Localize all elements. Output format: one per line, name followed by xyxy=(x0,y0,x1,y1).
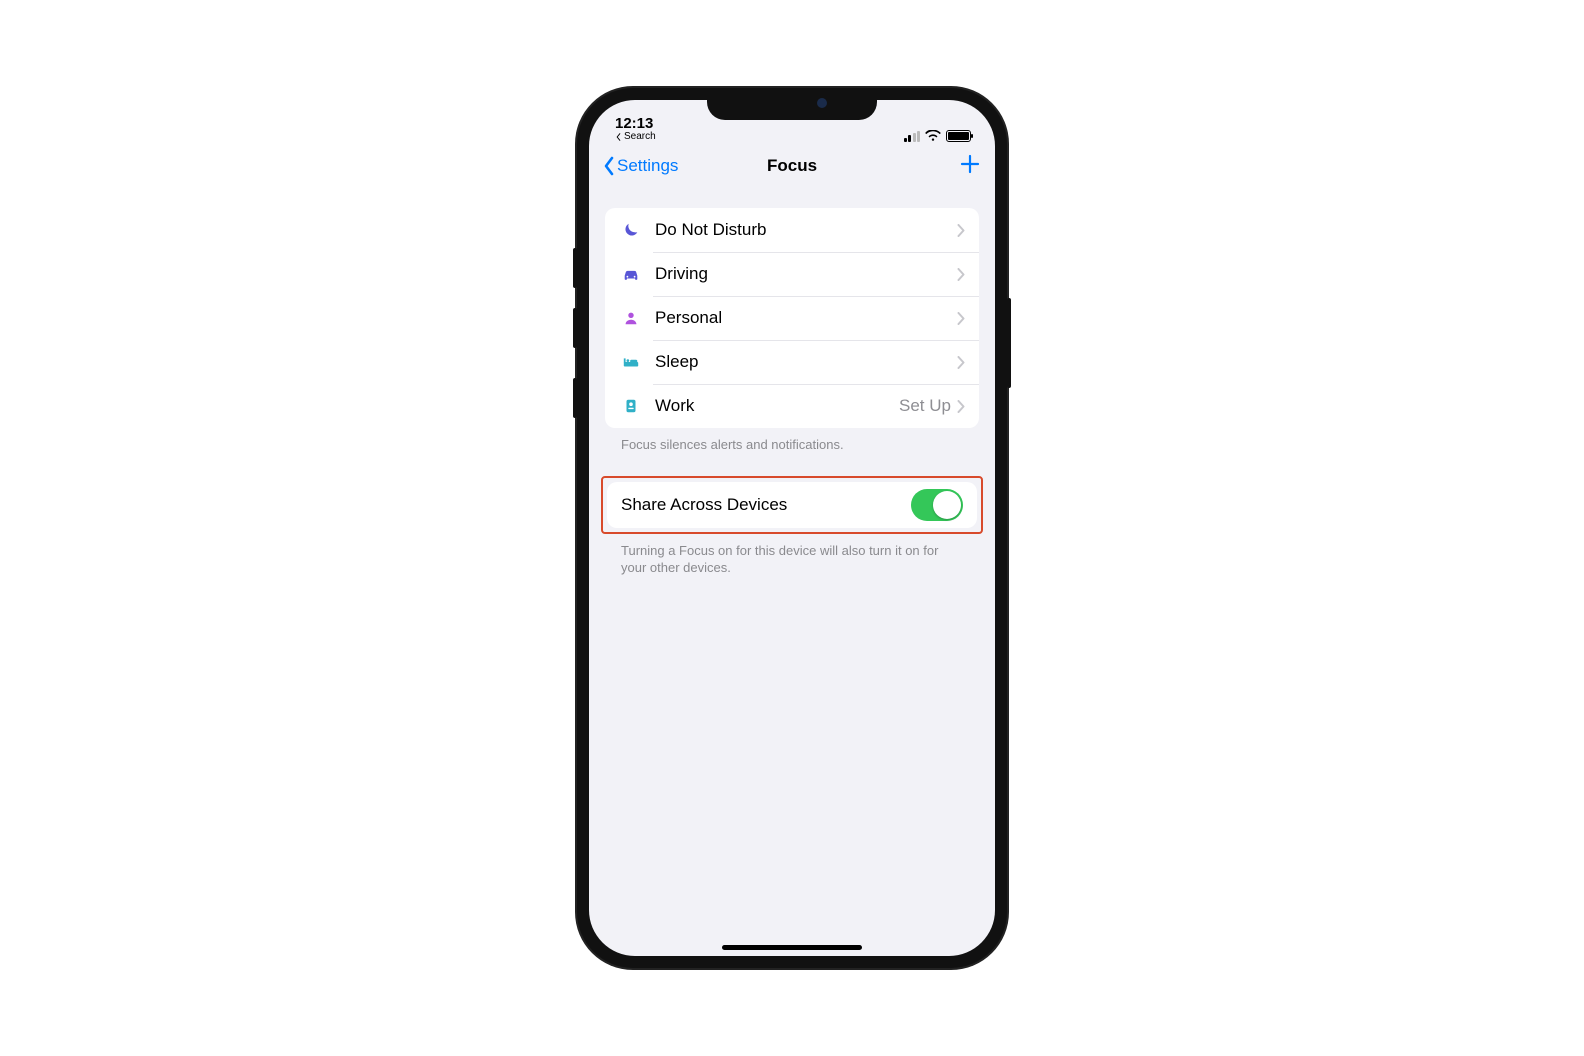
focus-modes-footer: Focus silences alerts and notifications. xyxy=(605,428,979,454)
focus-row-personal[interactable]: Personal xyxy=(605,296,979,340)
breadcrumb-label: Search xyxy=(624,132,656,143)
battery-icon xyxy=(946,130,971,142)
chevron-right-icon xyxy=(957,312,965,325)
notch xyxy=(707,88,877,120)
status-time: 12:13 xyxy=(615,116,656,132)
chevron-right-icon xyxy=(957,400,965,413)
phone-frame: 12:13 Search Settings Focus xyxy=(577,88,1007,968)
badge-icon xyxy=(619,397,643,415)
focus-row-work[interactable]: Work Set Up xyxy=(605,384,979,428)
share-across-devices-toggle[interactable] xyxy=(911,489,963,521)
annotation-highlight: Share Across Devices xyxy=(601,476,983,534)
row-label: Do Not Disturb xyxy=(655,220,957,240)
focus-row-do-not-disturb[interactable]: Do Not Disturb xyxy=(605,208,979,252)
cellular-icon xyxy=(904,131,921,142)
row-label: Sleep xyxy=(655,352,957,372)
car-icon xyxy=(619,265,643,283)
focus-row-sleep[interactable]: Sleep xyxy=(605,340,979,384)
status-left: 12:13 Search xyxy=(615,116,656,142)
row-detail: Set Up xyxy=(899,396,951,416)
focus-row-driving[interactable]: Driving xyxy=(605,252,979,296)
share-footer: Turning a Focus on for this device will … xyxy=(605,534,979,577)
back-label: Settings xyxy=(617,156,678,176)
back-button[interactable]: Settings xyxy=(603,156,678,176)
status-right xyxy=(904,130,972,142)
row-label: Personal xyxy=(655,308,957,328)
chevron-right-icon xyxy=(957,356,965,369)
breadcrumb-back[interactable]: Search xyxy=(615,132,656,143)
chevron-right-icon xyxy=(957,268,965,281)
add-button[interactable] xyxy=(959,152,981,180)
home-indicator[interactable] xyxy=(722,945,862,950)
content: Do Not Disturb Driving Personal xyxy=(589,188,995,577)
row-label: Work xyxy=(655,396,899,416)
row-label: Driving xyxy=(655,264,957,284)
focus-modes-list: Do Not Disturb Driving Personal xyxy=(605,208,979,428)
moon-icon xyxy=(619,221,643,239)
wifi-icon xyxy=(925,130,941,142)
person-icon xyxy=(619,309,643,327)
share-across-devices-row[interactable]: Share Across Devices xyxy=(607,482,977,528)
chevron-right-icon xyxy=(957,224,965,237)
navigation-bar: Settings Focus xyxy=(589,144,995,188)
toggle-label: Share Across Devices xyxy=(621,495,911,515)
chevron-left-icon xyxy=(603,156,615,176)
plus-icon xyxy=(959,153,981,175)
screen: 12:13 Search Settings Focus xyxy=(589,100,995,956)
bed-icon xyxy=(619,353,643,371)
